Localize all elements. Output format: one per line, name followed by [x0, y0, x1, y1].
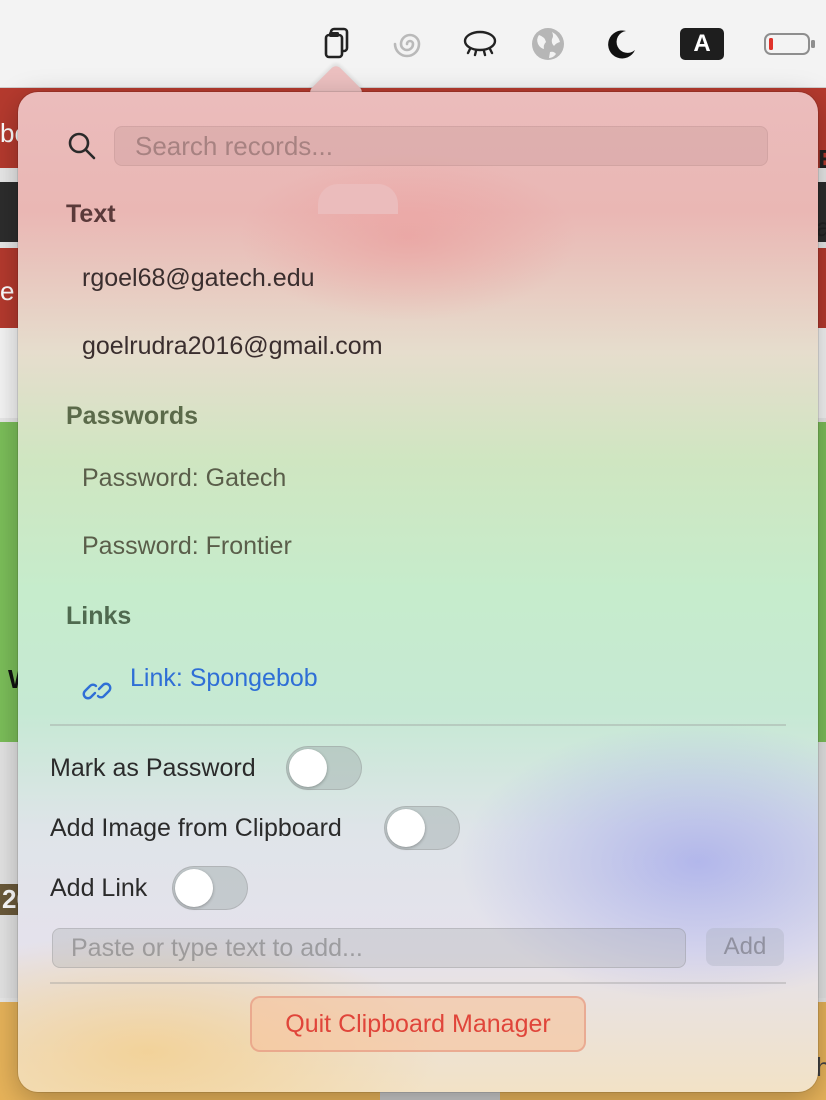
- globe-icon[interactable]: [526, 22, 570, 66]
- divider: [50, 724, 786, 726]
- divider: [50, 982, 786, 984]
- input-source-icon[interactable]: A: [680, 22, 724, 66]
- section-title-links: Links: [66, 602, 132, 630]
- password-item[interactable]: Password: Frontier: [82, 532, 292, 561]
- add-link-toggle[interactable]: [172, 866, 248, 910]
- add-text-input[interactable]: [52, 928, 686, 968]
- toggle-label-mark-password: Mark as Password: [50, 754, 256, 782]
- add-image-toggle[interactable]: [384, 806, 460, 850]
- menu-bar: A: [0, 0, 826, 88]
- search-icon: [66, 130, 98, 162]
- password-item[interactable]: Password: Gatech: [82, 464, 286, 493]
- link-item[interactable]: Link: Spongebob: [130, 664, 318, 693]
- battery-icon[interactable]: [762, 22, 818, 66]
- quit-button[interactable]: Quit Clipboard Manager: [250, 996, 586, 1052]
- toggle-label-add-image: Add Image from Clipboard: [50, 814, 342, 842]
- clipboard-icon[interactable]: [316, 22, 360, 66]
- clipboard-item[interactable]: goelrudra2016@gmail.com: [82, 332, 383, 361]
- clipboard-manager-popover: Text rgoel68@gatech.edu goelrudra2016@gm…: [18, 92, 818, 1092]
- moon-icon[interactable]: [600, 22, 644, 66]
- toggle-knob: [289, 749, 327, 787]
- section-title-passwords: Passwords: [66, 402, 199, 430]
- clipboard-item[interactable]: rgoel68@gatech.edu: [82, 264, 315, 293]
- toggle-knob: [175, 869, 213, 907]
- search-input[interactable]: [114, 126, 768, 166]
- spiral-icon[interactable]: [388, 22, 432, 66]
- toggle-knob: [387, 809, 425, 847]
- mark-password-toggle[interactable]: [286, 746, 362, 790]
- bg-fragment: E: [818, 144, 826, 175]
- add-button[interactable]: Add: [706, 928, 784, 966]
- link-icon: [82, 676, 112, 706]
- eye-icon[interactable]: [458, 22, 502, 66]
- toggle-label-add-link: Add Link: [50, 874, 148, 902]
- section-title-text: Text: [66, 200, 116, 228]
- input-source-label: A: [680, 28, 724, 60]
